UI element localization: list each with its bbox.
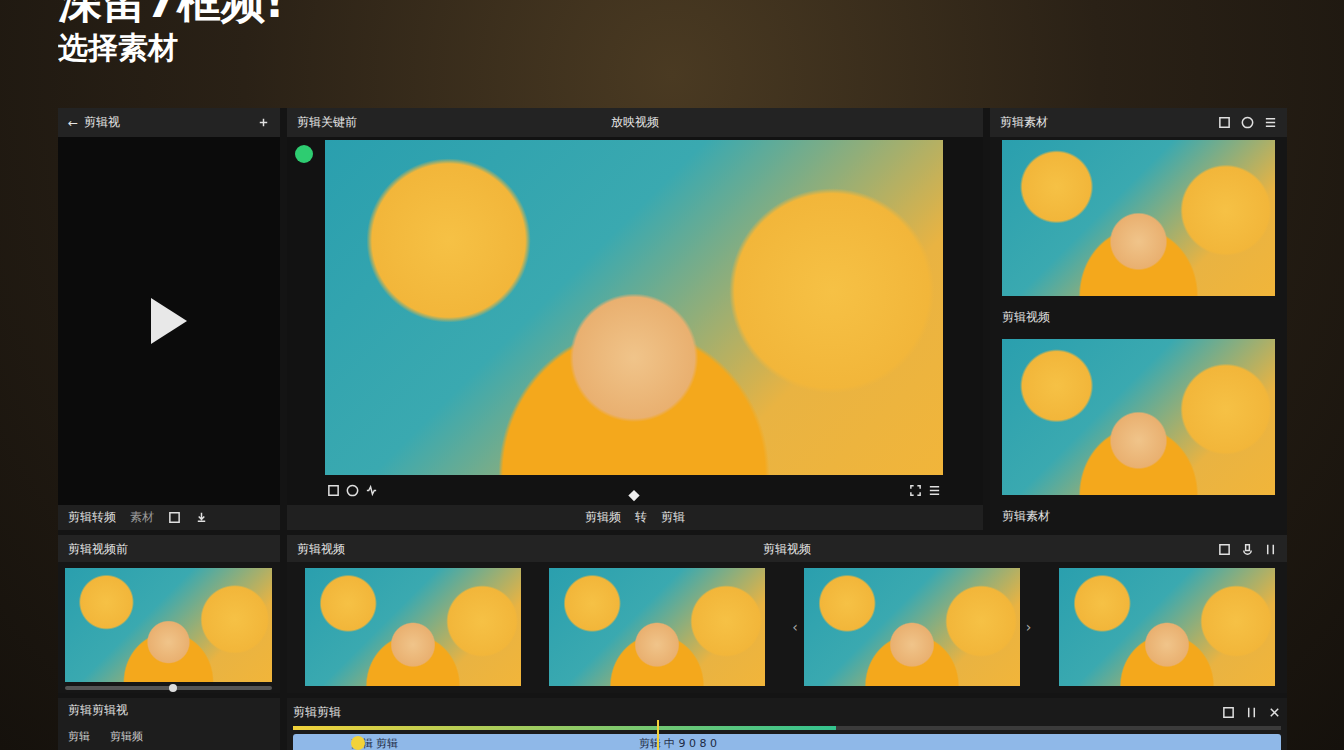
editor: ←剪辑视剪辑转频素材剪辑关键前放映视频剪辑频转剪辑剪辑素材剪辑视频剪辑素材剪辑视… [58,108,1287,750]
assets-panel: 剪辑素材剪辑视频剪辑素材 [990,108,1287,530]
progress-track[interactable] [293,726,1281,730]
clip-strip: ‹› [287,568,1287,693]
refresh-icon[interactable] [1241,116,1254,129]
pause-icon[interactable] [1264,543,1277,556]
clips-header-row: 剪辑视频前 剪辑视频剪辑视频 [58,535,1287,557]
subtitle: 选择素材 [58,28,1287,68]
scroll-thumb[interactable] [169,684,177,692]
video-track[interactable]: 剪辑 剪辑剪辑 中 9 0 8 0 [293,734,1281,750]
panel-footer: 剪辑转频素材 [58,505,280,530]
fullscreen-icon[interactable] [909,484,922,497]
timeline-side: 剪辑剪辑视剪辑 剪辑频 [58,698,280,750]
asset-thumbnail[interactable] [1002,339,1275,495]
clip-cell [549,568,765,686]
page: 深留7框频!选择素材←剪辑视剪辑转频素材剪辑关键前放映视频剪辑频转剪辑剪辑素材剪… [0,0,1344,750]
back-button[interactable]: ← [68,116,78,130]
panel-title: 剪辑视频 [297,541,763,558]
clip-cell [1059,568,1275,686]
panel-title: 剪辑剪辑视 [68,702,270,719]
footer-tab[interactable]: 剪辑 [661,509,685,526]
featured-clip-area [58,562,280,693]
track-label: 剪辑 中 9 0 8 0 [639,736,717,750]
scrub-handle[interactable] [628,490,639,501]
clip-thumbnail[interactable] [305,568,521,686]
clip-thumbnail[interactable] [1059,568,1275,686]
panel-center-title: 放映视频 [611,114,659,131]
play-icon[interactable] [149,296,189,346]
asset-thumbnail[interactable] [1002,140,1275,296]
clip-strip-area: ‹› [287,562,1287,693]
status-dot [295,145,313,163]
heading: 深留7框频! 选择素材 [58,0,1287,108]
menu-icon[interactable] [928,484,941,497]
export-icon[interactable] [195,511,208,524]
featured-clip[interactable] [65,568,272,682]
playhead[interactable] [657,720,659,750]
media-panel: ← 剪辑视剪辑转频素材 [58,108,280,530]
panel-header: ← 剪辑视 [58,108,280,137]
panel-header: 剪辑视频前 [58,535,280,564]
progress-fill [293,726,836,730]
side-item[interactable]: 剪辑频 [110,729,143,744]
panel-title: 剪辑素材 [1000,114,1139,131]
frame-icon[interactable] [346,484,359,497]
asset-label: 剪辑素材 [1002,495,1275,530]
side-item[interactable]: 剪辑 [68,729,90,744]
preview-controls [325,475,943,505]
panel-title: 剪辑关键前 [297,114,611,131]
footer-tab[interactable]: 转 [635,509,647,526]
preview-frame [325,140,943,475]
panel-footer: 剪辑频转剪辑 [287,505,983,530]
mic-icon[interactable] [1241,543,1254,556]
top-row: ←剪辑视剪辑转频素材剪辑关键前放映视频剪辑频转剪辑剪辑素材剪辑视频剪辑素材 [58,108,1287,530]
bookmark-icon[interactable] [1218,116,1231,129]
close-icon[interactable] [1268,706,1281,719]
clip-thumbnail[interactable] [549,568,765,686]
timeline-row: 剪辑剪辑视剪辑 剪辑频 剪辑剪辑剪辑 剪辑剪辑 中 9 0 8 0 [58,698,1287,750]
clip-scrollbar[interactable] [65,686,272,690]
panel-title: 剪辑视 [84,114,120,131]
copy-icon[interactable] [1222,706,1235,719]
pause-icon[interactable] [1245,706,1258,719]
clip-cell: ‹› [792,568,1031,686]
timeline: 剪辑剪辑剪辑 剪辑剪辑 中 9 0 8 0 [287,698,1287,750]
panel-header: 剪辑关键前放映视频 [287,108,983,137]
waveform-icon[interactable] [365,484,378,497]
media-viewer[interactable] [58,137,280,505]
title: 深留7框频! [58,0,1287,24]
camera-icon[interactable] [168,511,181,524]
panel-header: 剪辑素材 [990,108,1287,137]
footer-tab[interactable]: 剪辑转频 [68,509,116,526]
track-marker[interactable] [351,736,365,750]
clip-thumbnail[interactable] [804,568,1020,686]
edit-icon[interactable] [1218,543,1231,556]
preview-area [287,137,983,505]
menu-icon[interactable] [1264,116,1277,129]
link-icon[interactable] [257,116,270,129]
next-button[interactable]: › [1026,619,1032,635]
stop-icon[interactable] [327,484,340,497]
prev-button[interactable]: ‹ [792,619,798,635]
footer-tab[interactable]: 剪辑频 [585,509,621,526]
panel-title: 剪辑剪辑 [293,704,341,721]
clip-cell [305,568,521,686]
footer-tab[interactable]: 素材 [130,509,154,526]
asset-label: 剪辑视频 [1002,296,1275,339]
clips-row: ‹› [58,562,1287,693]
panel-title: 剪辑视频前 [68,541,169,558]
panel-center-title: 剪辑视频 [763,541,811,558]
panel-header: 剪辑视频剪辑视频 [287,535,1287,564]
preview-panel: 剪辑关键前放映视频剪辑频转剪辑 [287,108,983,530]
asset-list: 剪辑视频剪辑素材 [990,137,1287,530]
